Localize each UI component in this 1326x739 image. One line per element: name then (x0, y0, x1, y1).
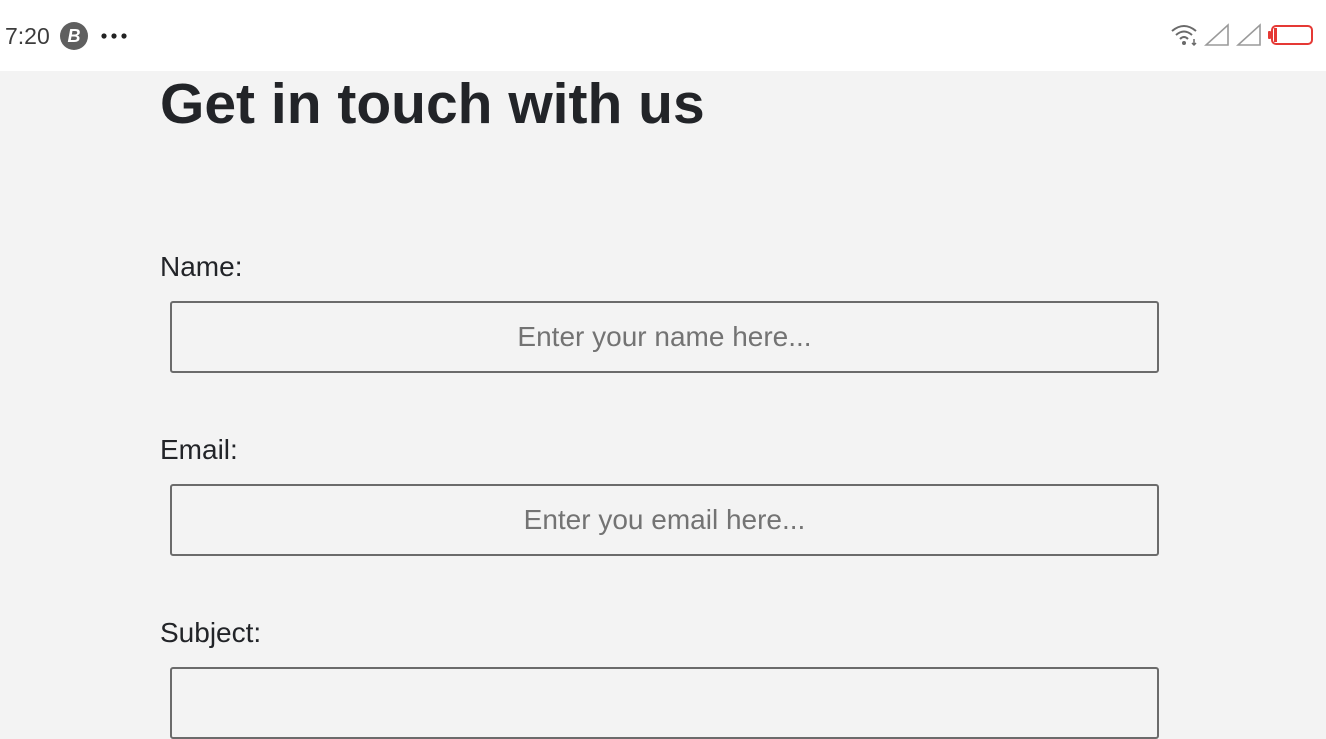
app-notification-icon: B (60, 22, 88, 50)
name-label: Name: (160, 251, 243, 282)
wifi-icon (1171, 25, 1197, 47)
signal-icon (1204, 23, 1229, 46)
subject-input[interactable] (170, 667, 1159, 739)
status-time: 7:20 (5, 23, 50, 49)
status-bar: 7:20 B (0, 0, 1326, 71)
page-title: Get in touch with us (160, 72, 705, 136)
more-dots-icon (101, 33, 127, 39)
name-input[interactable] (170, 301, 1159, 373)
subject-label: Subject: (160, 617, 262, 648)
battery-low-icon (1268, 25, 1313, 45)
signal-icon (1236, 23, 1261, 46)
email-label: Email: (160, 434, 238, 465)
email-input[interactable] (170, 484, 1159, 556)
status-icons (1170, 20, 1314, 50)
